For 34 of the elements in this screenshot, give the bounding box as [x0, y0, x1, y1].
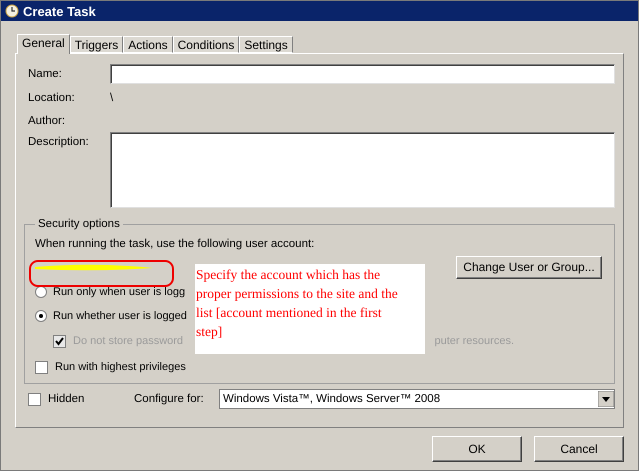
group-title: Security options — [37, 218, 121, 230]
dropdown-arrow-icon — [598, 391, 614, 407]
option-label: Do not store password — [73, 335, 184, 347]
checkbox[interactable] — [35, 360, 48, 374]
checkbox[interactable] — [28, 392, 41, 406]
radio-button[interactable] — [35, 286, 47, 298]
option-label: Run whether user is logged — [53, 310, 187, 322]
tab[interactable]: Conditions — [172, 36, 240, 53]
configure-dropdown[interactable]: Windows Vista™, Windows Server™ 2008 — [219, 389, 615, 409]
clock-icon — [5, 4, 19, 18]
tab[interactable]: Actions — [123, 36, 173, 53]
description-field[interactable] — [110, 132, 615, 208]
dialog-button[interactable]: OK — [432, 436, 522, 462]
tab[interactable]: Triggers — [70, 36, 124, 53]
tab[interactable]: Settings — [239, 36, 293, 53]
radio-button[interactable] — [35, 310, 47, 322]
field-label: Description: — [27, 135, 90, 148]
configure-label: Configure for: — [134, 393, 205, 405]
hidden-label: Hidden — [48, 393, 86, 405]
field-label: Location: — [27, 92, 76, 104]
option-label: puter resources. — [434, 335, 514, 347]
field-label: Author: — [27, 115, 66, 127]
tab[interactable]: General — [17, 34, 70, 54]
checkmark-icon — [55, 336, 64, 346]
dialog-button[interactable]: Cancel — [534, 436, 624, 462]
field-label: Name: — [27, 68, 63, 80]
account-prompt: When running the task, use the following user account: — [35, 238, 314, 250]
change-user-button[interactable]: Change User or Group... — [456, 256, 602, 278]
option-label: Run with highest privileges — [55, 361, 186, 373]
window-title: Create Task — [23, 4, 96, 18]
name-field[interactable] — [110, 64, 615, 84]
annotation-note: Specify the account which has the proper permissions to the site and the list [account mentioned in the first step] — [195, 264, 425, 354]
location-value: \ — [110, 92, 114, 104]
option-label: Run only when user is logg — [53, 286, 186, 298]
